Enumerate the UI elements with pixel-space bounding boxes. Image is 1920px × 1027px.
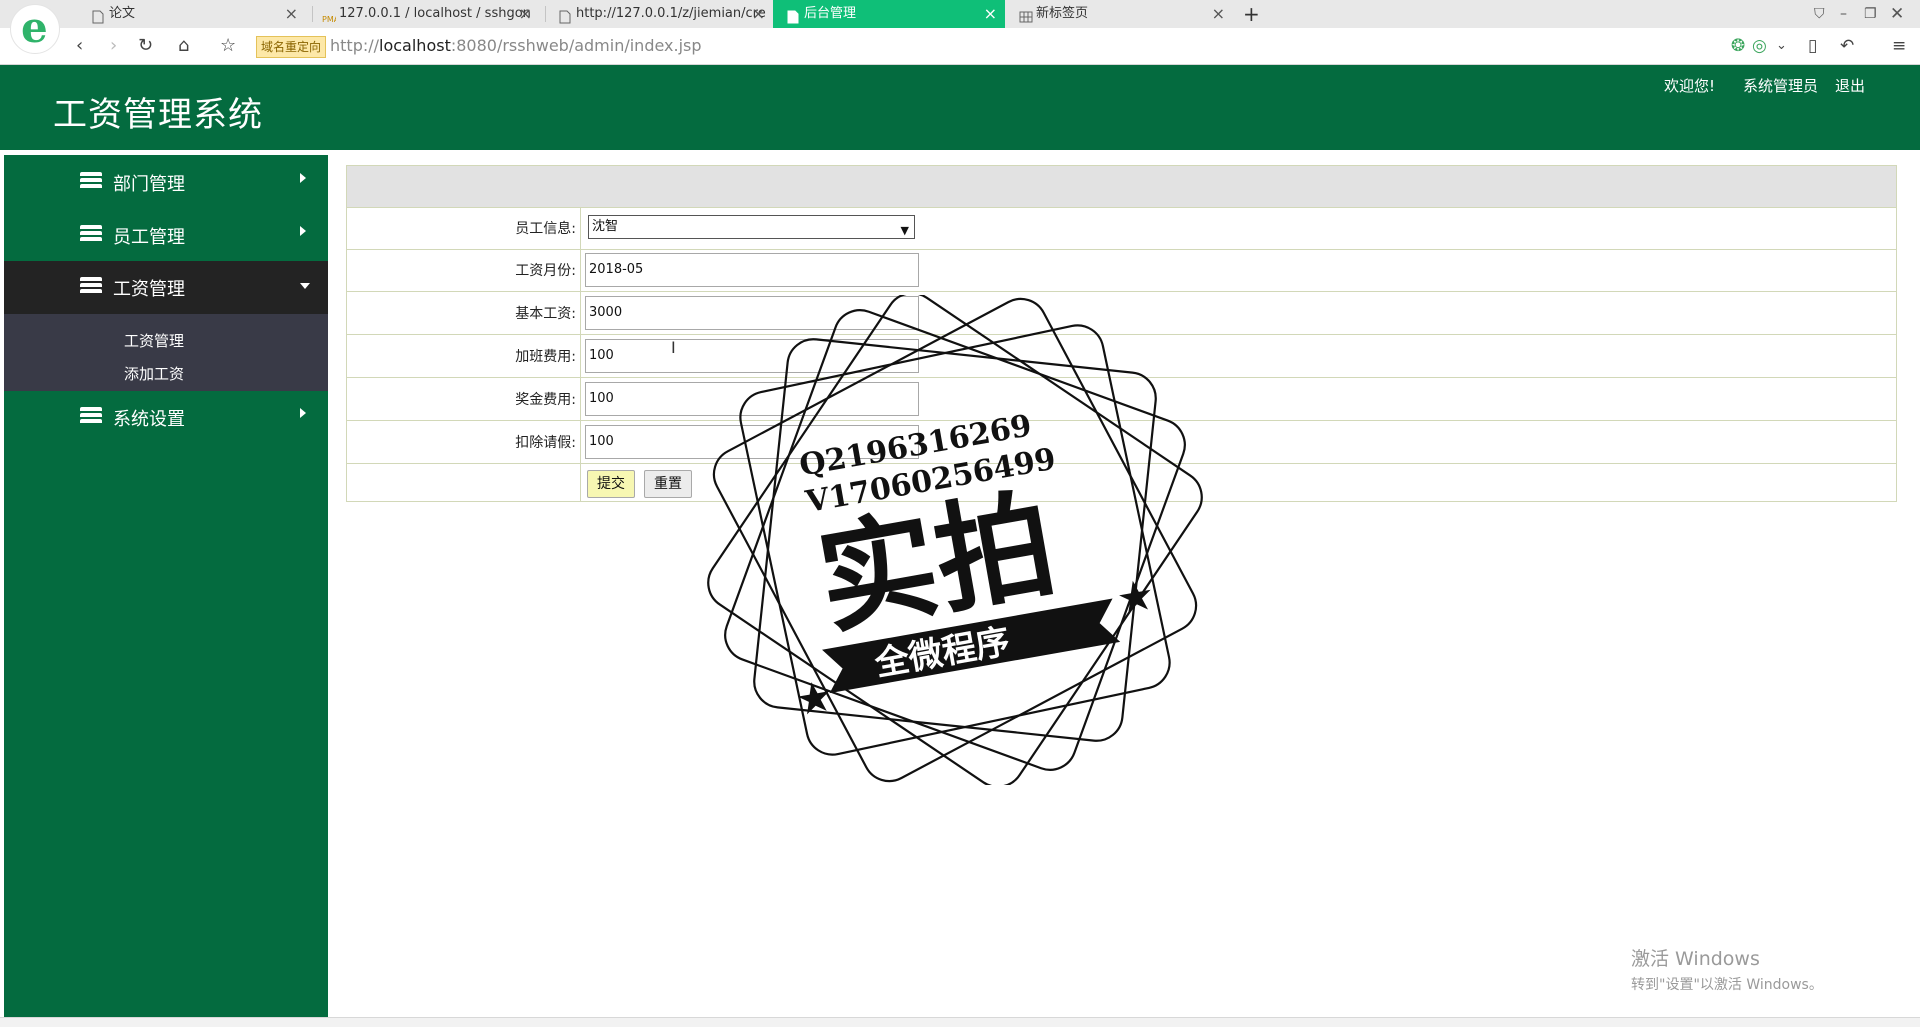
- undo-icon[interactable]: ↶: [1840, 35, 1854, 57]
- tab-jiemian[interactable]: http://127.0.0.1/z/jiemian/cre ×: [545, 0, 773, 28]
- tab-lunwen[interactable]: 论文 ×: [78, 0, 306, 28]
- chevron-down-icon[interactable]: ⌄: [1776, 35, 1787, 57]
- bonus-label: 奖金费用:: [515, 392, 576, 408]
- reset-button[interactable]: 重置: [644, 470, 692, 498]
- welcome-text: 欢迎您!: [1664, 77, 1716, 95]
- sidebar-item-department[interactable]: 部门管理: [4, 156, 328, 208]
- minimize-icon[interactable]: –: [1840, 0, 1847, 28]
- form-row-employee: 员工信息: 沈智 ▼: [347, 207, 1896, 250]
- stack-icon: [80, 172, 102, 190]
- caret-right-icon: [300, 226, 306, 236]
- back-icon[interactable]: ‹: [76, 34, 83, 58]
- close-tab-icon[interactable]: ×: [984, 0, 997, 28]
- sidebar-item-settings[interactable]: 系统设置: [4, 391, 328, 443]
- month-label: 工资月份:: [515, 263, 576, 279]
- stack-icon: [80, 225, 102, 243]
- close-tab-icon[interactable]: ×: [1212, 0, 1225, 28]
- page-icon: [559, 7, 571, 24]
- leave-deduction-label: 扣除请假:: [515, 435, 576, 451]
- employee-select[interactable]: 沈智 ▼: [588, 215, 915, 239]
- current-user-link[interactable]: 系统管理员: [1743, 75, 1818, 96]
- restore-icon[interactable]: ❐: [1864, 0, 1877, 28]
- pma-icon: PMA: [322, 7, 340, 24]
- tab-phpmyadmin[interactable]: PMA127.0.0.1 / localhost / sshgon ×: [312, 0, 540, 28]
- skin-icon[interactable]: ⛉: [1814, 0, 1825, 28]
- submenu-salary-list[interactable]: 工资管理: [124, 330, 184, 351]
- speed-mode-icon[interactable]: ◎: [1752, 35, 1767, 57]
- close-tab-icon[interactable]: ×: [519, 0, 532, 28]
- new-tab-button[interactable]: +: [1243, 0, 1260, 28]
- month-input[interactable]: 2018-05: [585, 253, 919, 287]
- logout-link[interactable]: 退出: [1835, 75, 1865, 96]
- reload-icon[interactable]: ↻: [138, 34, 153, 58]
- svg-text:PMA: PMA: [322, 15, 336, 24]
- page-icon: [92, 7, 104, 24]
- watermark-stamp: Q2196316269 V17060256499 实拍 全微程序: [707, 295, 1203, 785]
- chevron-down-icon: ▼: [900, 224, 909, 237]
- grid-icon: [1019, 7, 1033, 23]
- text-cursor-icon: I: [671, 338, 676, 357]
- redirect-badge: 域名重定向: [256, 36, 327, 58]
- salary-submenu: 工资管理 添加工资: [4, 314, 328, 391]
- app-title: 工资管理系统: [53, 95, 263, 135]
- address-bar: ‹ › ↻ ⌂ ☆ 域名重定向 http://localhost:8080/rs…: [0, 28, 1920, 65]
- sidebar: 部门管理 员工管理 工资管理 工资管理 添加工资 系统设置: [4, 155, 328, 1018]
- close-tab-icon[interactable]: ×: [752, 0, 765, 28]
- employee-label: 员工信息:: [515, 221, 576, 237]
- caret-right-icon: [300, 173, 306, 183]
- sidebar-item-employee[interactable]: 员工管理: [4, 209, 328, 261]
- caret-right-icon: [300, 408, 306, 418]
- stack-icon: [80, 407, 102, 425]
- security-shield-icon[interactable]: ❂: [1731, 35, 1745, 57]
- forward-icon[interactable]: ›: [110, 34, 117, 58]
- tab-admin-active[interactable]: 后台管理 ×: [773, 0, 1005, 28]
- stack-icon: [80, 277, 102, 295]
- mobile-icon[interactable]: ▯: [1808, 35, 1817, 57]
- home-icon[interactable]: ⌂: [178, 34, 189, 58]
- tab-new-tab-page[interactable]: 新标签页 ×: [1005, 0, 1233, 28]
- sidebar-item-salary[interactable]: 工资管理: [4, 261, 328, 314]
- submit-button[interactable]: 提交: [587, 470, 635, 498]
- base-salary-label: 基本工资:: [515, 306, 576, 322]
- windows-activation-notice: 激活 Windows 转到"设置"以激活 Windows。: [1631, 948, 1823, 993]
- form-row-month: 工资月份: 2018-05: [347, 249, 1896, 292]
- caret-down-icon: [300, 283, 310, 289]
- menu-icon[interactable]: ≡: [1892, 35, 1906, 57]
- browser-logo-icon: e: [10, 3, 60, 54]
- close-tab-icon[interactable]: ×: [285, 0, 298, 28]
- bookmark-star-icon[interactable]: ☆: [220, 34, 236, 58]
- page-icon: [787, 7, 799, 24]
- app-header: 工资管理系统 欢迎您! 系统管理员 退出: [0, 65, 1920, 150]
- close-window-icon[interactable]: ✕: [1890, 0, 1904, 28]
- overtime-label: 加班费用:: [515, 349, 576, 365]
- browser-tab-bar: 论文 × PMA127.0.0.1 / localhost / sshgon ×…: [0, 0, 1920, 29]
- form-header: [347, 166, 1896, 208]
- submenu-add-salary[interactable]: 添加工资: [124, 363, 184, 384]
- url-field[interactable]: http://localhost:8080/rsshweb/admin/inde…: [330, 36, 702, 56]
